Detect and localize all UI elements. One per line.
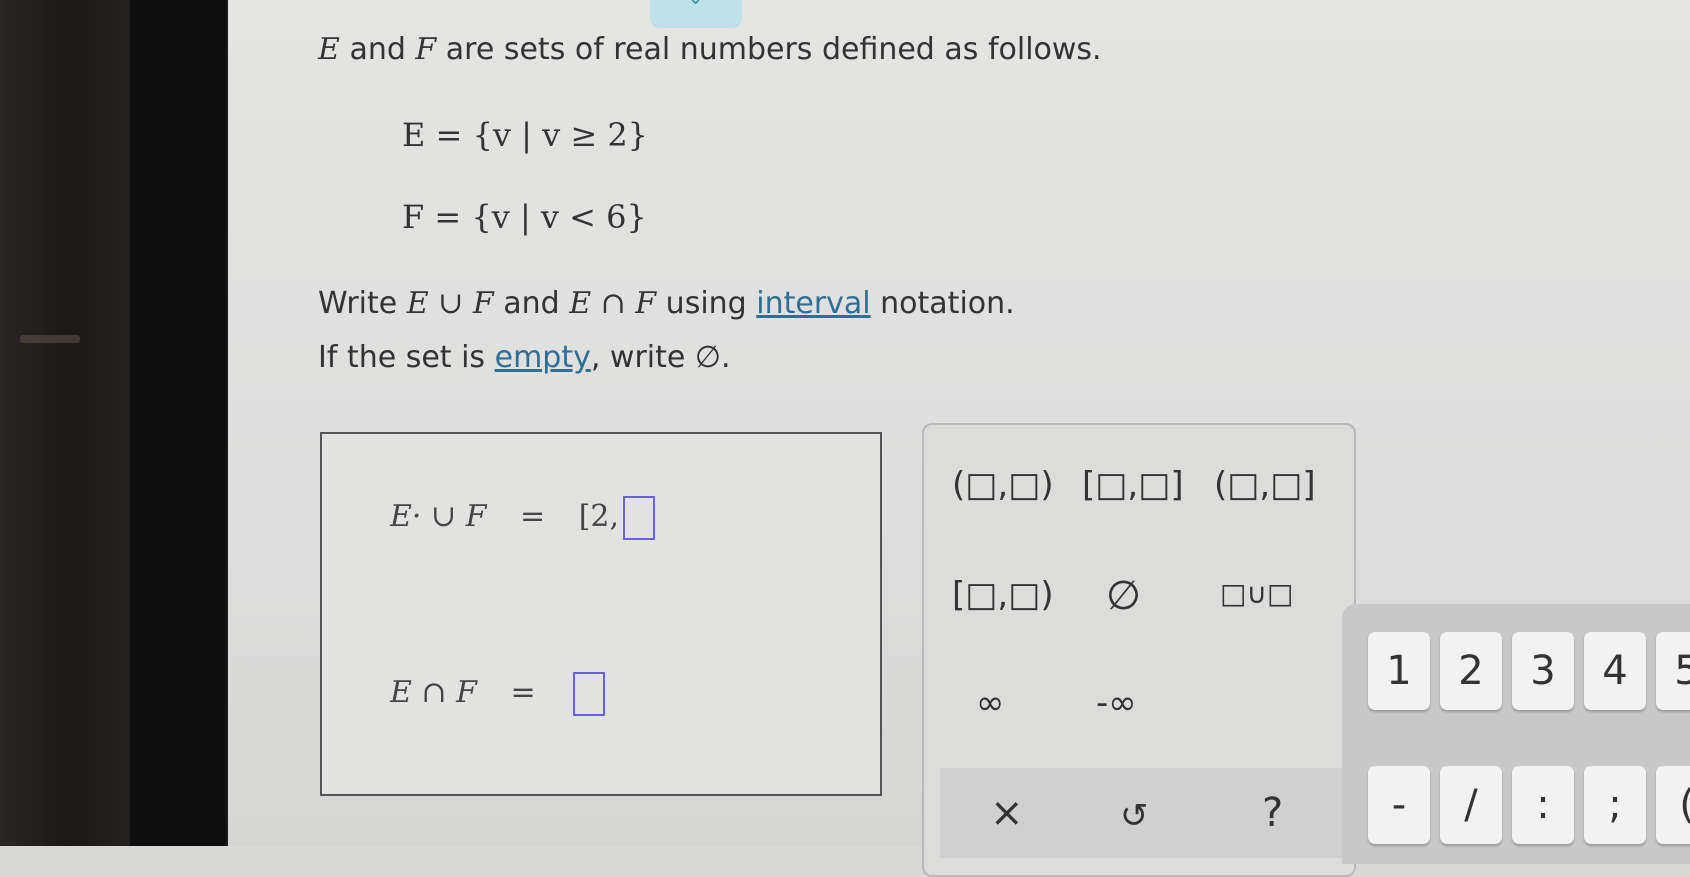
key-semicolon[interactable]: ; [1584,766,1646,844]
question-intro: E and F are sets of real numbers defined… [318,32,1102,67]
intersection-label: E ∩ F [390,675,477,710]
instruction-line: Write E ∪ F and E ∩ F using interval not… [318,286,1015,321]
union-label: E· ∪ F [390,499,487,534]
instruction-prefix: Write [318,286,407,321]
key-2[interactable]: 2 [1440,632,1502,710]
key-open-paren[interactable]: ( [1656,766,1690,844]
key-5[interactable]: 5 [1656,632,1690,710]
union-expression: E ∪ F [406,286,494,321]
closed-closed-interval-button[interactable]: [□,□] [1082,465,1184,505]
intro-text-1: and [339,32,416,67]
set-f-symbol: F [415,32,437,67]
open-closed-interval-button[interactable]: (□,□] [1214,465,1316,505]
empty-set-button[interactable]: ∅ [1106,573,1141,619]
open-open-interval-button[interactable]: (□,□) [952,465,1054,505]
union-answer-row: E· ∪ F = [2, [390,496,656,540]
empty-link[interactable]: empty [495,340,591,375]
help-icon[interactable]: ? [1262,790,1283,836]
intersection-equals: = [510,675,536,710]
union-value: [2, [578,499,620,534]
empty-instruction: If the set is empty, write ∅. [318,340,731,375]
bezel-edge [130,0,226,846]
negative-infinity-button[interactable]: -∞ [1096,683,1137,723]
bezel-reflection [20,335,80,343]
empty-prefix: If the set is [318,340,495,375]
union-upper-bound-input[interactable] [623,496,656,540]
instruction-suffix: notation. [870,286,1015,321]
intersection-input[interactable] [573,672,606,716]
palette-action-bar: × ↺ ? [940,768,1350,858]
instruction-using: using [656,286,757,321]
infinity-button[interactable]: ∞ [976,683,1004,723]
instruction-and: and [493,286,570,321]
definition-e: E = {v | v ≥ 2} [402,116,649,154]
key-minus[interactable]: - [1368,766,1430,844]
chevron-down-icon: ⌄ [688,0,703,9]
device-bezel [0,0,228,846]
undo-icon[interactable]: ↺ [1120,796,1149,836]
intersection-expression: E ∩ F [569,286,657,321]
union-equals: = [520,499,546,534]
empty-suffix: , write ∅. [590,340,731,375]
intersection-answer-row: E ∩ F = [390,672,606,716]
key-1[interactable]: 1 [1368,632,1430,710]
interval-link[interactable]: interval [756,286,870,321]
keypad: 1 2 3 4 5 - / : ; ( [1342,604,1690,864]
intro-text-2: are sets of real numbers defined as foll… [436,32,1102,67]
answer-box: E· ∪ F = [2, E ∩ F = [320,432,882,796]
key-colon[interactable]: : [1512,766,1574,844]
top-tab[interactable]: ⌄ [650,0,742,28]
clear-icon[interactable]: × [990,790,1024,836]
set-e-symbol: E [318,32,340,67]
key-slash[interactable]: / [1440,766,1502,844]
definition-f: F = {v | v < 6} [402,198,647,236]
union-button[interactable]: □∪□ [1220,577,1293,610]
key-3[interactable]: 3 [1512,632,1574,710]
key-4[interactable]: 4 [1584,632,1646,710]
closed-open-interval-button[interactable]: [□,□) [952,575,1054,615]
